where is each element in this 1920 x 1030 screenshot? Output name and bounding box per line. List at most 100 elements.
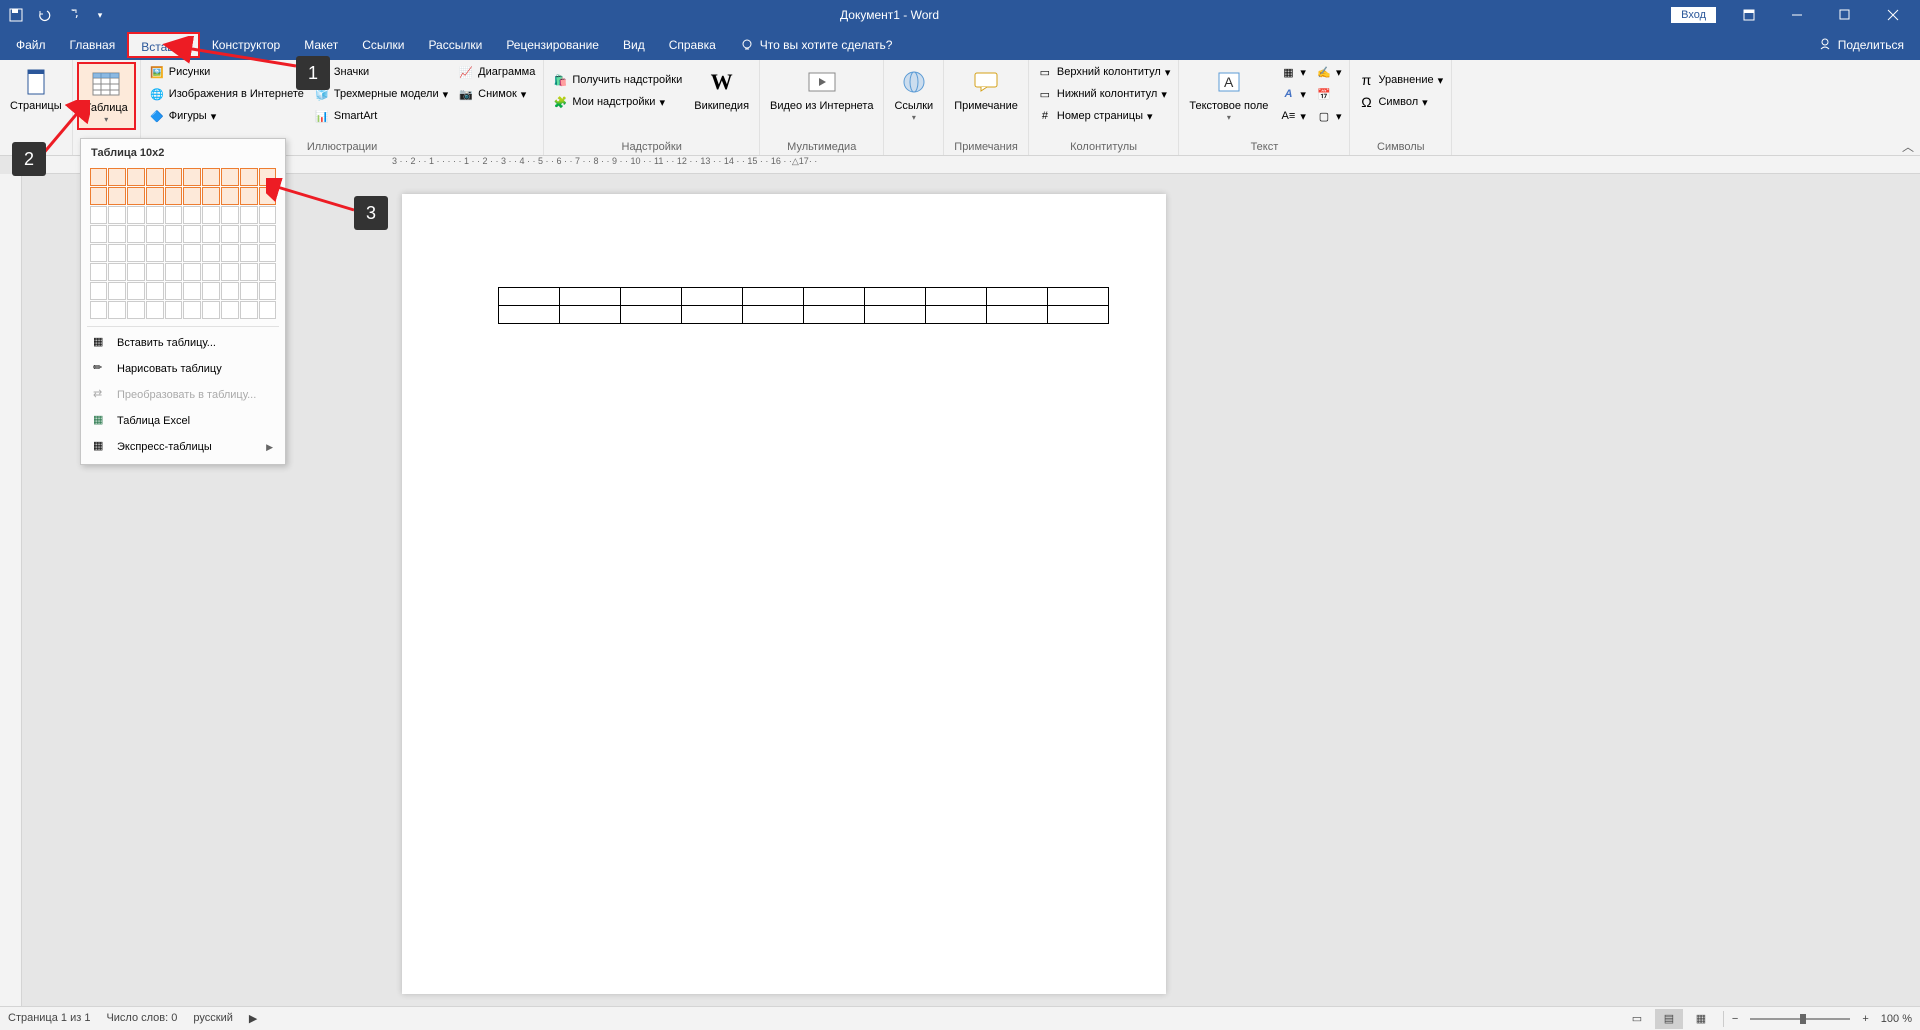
save-icon[interactable]: [8, 7, 24, 23]
object-button[interactable]: ▢▾: [1312, 106, 1346, 126]
grid-cell[interactable]: [146, 187, 164, 205]
grid-cell[interactable]: [221, 263, 239, 281]
grid-cell[interactable]: [90, 282, 108, 300]
excel-table-menuitem[interactable]: ▦Таблица Excel: [85, 408, 281, 434]
grid-cell[interactable]: [240, 187, 258, 205]
grid-cell[interactable]: [183, 263, 201, 281]
equation-button[interactable]: πУравнение ▾: [1354, 70, 1447, 90]
grid-cell[interactable]: [127, 244, 145, 262]
grid-cell[interactable]: [202, 244, 220, 262]
grid-cell[interactable]: [90, 225, 108, 243]
table-button[interactable]: Таблица ▾: [77, 62, 136, 130]
tab-references[interactable]: Ссылки: [350, 32, 416, 58]
grid-cell[interactable]: [183, 282, 201, 300]
document-page[interactable]: [402, 194, 1166, 994]
read-mode-icon[interactable]: ▭: [1623, 1009, 1651, 1029]
redo-icon[interactable]: [64, 7, 80, 23]
grid-cell[interactable]: [202, 187, 220, 205]
grid-cell[interactable]: [259, 282, 277, 300]
tab-review[interactable]: Рецензирование: [494, 32, 611, 58]
online-pictures-button[interactable]: 🌐Изображения в Интернете: [145, 84, 308, 104]
status-language[interactable]: русский: [193, 1012, 232, 1025]
grid-cell[interactable]: [90, 168, 108, 186]
maximize-icon[interactable]: [1822, 0, 1868, 30]
grid-cell[interactable]: [240, 282, 258, 300]
grid-cell[interactable]: [259, 187, 277, 205]
online-video-button[interactable]: Видео из Интернета: [764, 62, 879, 117]
grid-cell[interactable]: [146, 225, 164, 243]
grid-cell[interactable]: [240, 225, 258, 243]
tell-me-search[interactable]: Что вы хотите сделать?: [728, 38, 905, 52]
grid-cell[interactable]: [165, 301, 183, 319]
macro-icon[interactable]: ▶: [249, 1012, 257, 1025]
grid-cell[interactable]: [90, 206, 108, 224]
header-button[interactable]: ▭Верхний колонтитул ▾: [1033, 62, 1174, 82]
qat-customize-icon[interactable]: ▾: [92, 7, 108, 23]
grid-cell[interactable]: [146, 301, 164, 319]
grid-cell[interactable]: [108, 206, 126, 224]
grid-cell[interactable]: [165, 225, 183, 243]
grid-cell[interactable]: [108, 168, 126, 186]
grid-cell[interactable]: [108, 301, 126, 319]
zoom-level[interactable]: 100 %: [1881, 1013, 1912, 1025]
symbol-button[interactable]: ΩСимвол ▾: [1354, 92, 1447, 112]
grid-cell[interactable]: [221, 168, 239, 186]
pictures-button[interactable]: 🖼️Рисунки: [145, 62, 308, 82]
pages-button[interactable]: Страницы: [4, 62, 68, 117]
wikipedia-button[interactable]: W Википедия: [688, 62, 755, 117]
zoom-in-button[interactable]: +: [1862, 1013, 1868, 1025]
grid-cell[interactable]: [202, 301, 220, 319]
grid-cell[interactable]: [202, 168, 220, 186]
grid-cell[interactable]: [127, 225, 145, 243]
grid-cell[interactable]: [221, 187, 239, 205]
grid-cell[interactable]: [221, 206, 239, 224]
grid-cell[interactable]: [127, 282, 145, 300]
draw-table-menuitem[interactable]: ✏Нарисовать таблицу: [85, 356, 281, 382]
tab-help[interactable]: Справка: [657, 32, 728, 58]
footer-button[interactable]: ▭Нижний колонтитул ▾: [1033, 84, 1174, 104]
undo-icon[interactable]: [36, 7, 52, 23]
grid-cell[interactable]: [221, 225, 239, 243]
grid-cell[interactable]: [146, 263, 164, 281]
icons-button[interactable]: ✦Значки: [310, 62, 452, 82]
page-number-button[interactable]: #Номер страницы ▾: [1033, 106, 1174, 126]
collapse-ribbon-icon[interactable]: ︿: [1902, 138, 1914, 155]
grid-cell[interactable]: [259, 168, 277, 186]
tab-design[interactable]: Конструктор: [200, 32, 292, 58]
grid-cell[interactable]: [127, 206, 145, 224]
comment-button[interactable]: Примечание: [948, 62, 1024, 117]
grid-cell[interactable]: [259, 263, 277, 281]
grid-cell[interactable]: [202, 206, 220, 224]
grid-cell[interactable]: [259, 225, 277, 243]
quick-tables-menuitem[interactable]: ▦Экспресс-таблицы▶: [85, 434, 281, 460]
tab-layout[interactable]: Макет: [292, 32, 350, 58]
tab-view[interactable]: Вид: [611, 32, 657, 58]
grid-cell[interactable]: [127, 301, 145, 319]
insert-table-menuitem[interactable]: ▦Вставить таблицу...: [85, 330, 281, 356]
screenshot-button[interactable]: 📷Снимок ▾: [454, 84, 539, 104]
zoom-out-button[interactable]: −: [1732, 1013, 1738, 1025]
dropcap-button[interactable]: A≡▾: [1276, 106, 1310, 126]
tab-file[interactable]: Файл: [4, 32, 58, 58]
grid-cell[interactable]: [183, 244, 201, 262]
grid-cell[interactable]: [165, 206, 183, 224]
grid-cell[interactable]: [183, 206, 201, 224]
tab-home[interactable]: Главная: [58, 32, 128, 58]
grid-cell[interactable]: [202, 263, 220, 281]
links-button[interactable]: Ссылки ▾: [888, 62, 939, 126]
smartart-button[interactable]: 📊SmartArt: [310, 106, 452, 126]
grid-cell[interactable]: [165, 168, 183, 186]
grid-cell[interactable]: [165, 263, 183, 281]
quick-parts-button[interactable]: ▦▾: [1276, 62, 1310, 82]
grid-cell[interactable]: [146, 206, 164, 224]
tab-insert[interactable]: Вставка: [127, 32, 200, 58]
grid-cell[interactable]: [127, 187, 145, 205]
grid-cell[interactable]: [90, 187, 108, 205]
grid-cell[interactable]: [146, 168, 164, 186]
grid-cell[interactable]: [240, 206, 258, 224]
grid-cell[interactable]: [108, 225, 126, 243]
grid-cell[interactable]: [127, 168, 145, 186]
grid-cell[interactable]: [108, 282, 126, 300]
tab-mailings[interactable]: Рассылки: [416, 32, 494, 58]
grid-cell[interactable]: [221, 282, 239, 300]
